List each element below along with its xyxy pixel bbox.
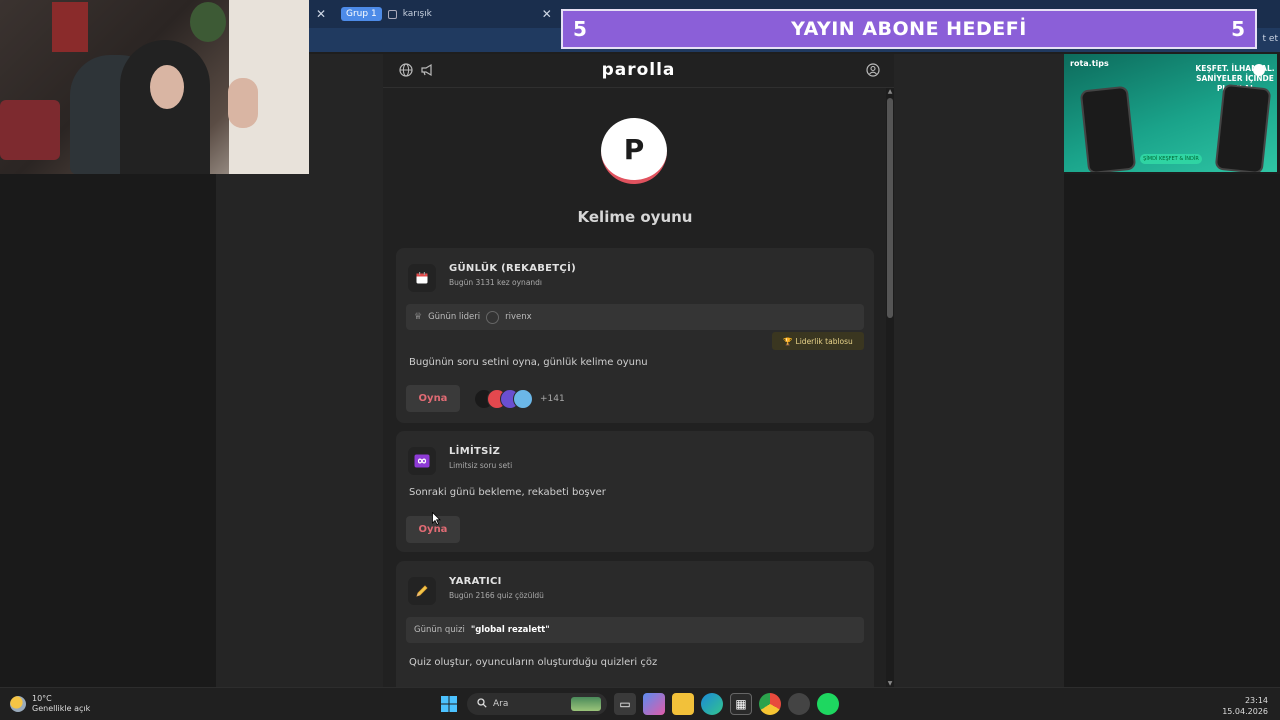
webcam-overlay [0,0,309,174]
daily-play-button[interactable]: Oyna [406,385,460,412]
card-title: GÜNLÜK (REKABETÇİ) [449,263,576,274]
chrome-icon[interactable] [759,693,781,715]
taskbar-search[interactable]: Ara [467,693,607,715]
leader-name: rivenx [505,312,532,322]
card-description: Bugünün soru setini oyna, günlük kelime … [409,357,648,368]
windows-taskbar: 10°C Genellikle açık Ara ▭ ▦ 23:14 15.04… [0,687,1280,720]
windows-start-icon[interactable] [438,693,460,715]
app-logo[interactable]: parolla [383,60,894,80]
tab-close-icon[interactable]: ✕ [542,7,552,21]
bookmark-item[interactable]: t et [1263,34,1278,44]
weather-condition: Genellikle açık [32,704,91,713]
card-description: Sonraki günü bekleme, rekabeti boşver [409,487,606,498]
leaderboard-button[interactable]: 🏆 Liderlik tablosu [772,332,864,350]
leader-label: Günün lideri [428,312,481,322]
store-icon[interactable]: ▦ [730,693,752,715]
app-avatar: P [601,118,667,184]
card-creator: YARATICI Bugün 2166 quiz çözüldü Günün q… [396,561,874,687]
tab-group-chip[interactable]: Grup 1 [341,7,382,21]
search-highlight-image [571,697,601,711]
goal-current-count: 5 [573,17,587,41]
avatar [486,310,500,324]
page-scrollbar[interactable]: ▲ ▼ [886,88,894,687]
scrollbar-thumb[interactable] [887,98,893,318]
goal-target-count: 5 [1231,17,1245,41]
ad-phone-image [1079,85,1137,172]
scroll-up-icon[interactable]: ▲ [886,88,894,95]
ad-banner[interactable]: rota.tips KEŞFET. İLHAM AL. SANİYELER İÇ… [1064,54,1277,172]
infinity-icon [408,447,436,475]
user-profile-icon[interactable] [865,63,881,79]
webcam-poster [52,2,88,52]
taskbar-apps: Ara ▭ ▦ [438,693,839,715]
card-subtitle: Limitsiz soru seti [449,461,513,470]
calendar-icon [408,264,436,292]
card-unlimited: LİMİTSİZ Limitsiz soru seti Sonraki günü… [396,431,874,552]
edge-icon[interactable] [701,693,723,715]
tab-karisik[interactable]: karışık [387,5,538,23]
search-placeholder: Ara [493,699,509,709]
clock-time: 23:14 [1244,696,1268,705]
page-right-bg [1064,174,1280,687]
app-header: parolla [383,54,894,88]
mouse-cursor-icon [432,512,441,525]
card-subtitle: Bugün 3131 kez oynandı [449,278,543,287]
ad-cta-button[interactable]: ŞİMDİ KEŞFET & İNDİR [1140,154,1202,164]
file-explorer-icon[interactable] [672,693,694,715]
trophy-icon: ♕ [414,312,423,322]
quiz-label: Günün quizi [414,625,465,635]
spotify-icon[interactable] [817,693,839,715]
trophy-icon: 🏆 [783,336,793,346]
ad-brand: rota.tips [1070,59,1109,68]
scroll-down-icon[interactable]: ▼ [886,680,894,687]
task-view-icon[interactable]: ▭ [614,693,636,715]
card-daily: GÜNLÜK (REKABETÇİ) Bugün 3131 kez oynand… [396,248,874,423]
system-clock[interactable]: 23:14 15.04.2026 [1222,695,1268,717]
search-icon [477,697,487,711]
close-icon[interactable]: ✕ [309,7,333,21]
copilot-icon[interactable] [643,693,665,715]
daily-leader-strip[interactable]: ♕ Günün lideri rivenx [406,304,864,330]
page-left-bg [0,174,216,687]
card-description: Quiz oluştur, oyuncuların oluşturduğu qu… [409,657,658,668]
leaderboard-label: Liderlik tablosu [795,336,853,346]
quiz-name: "global rezalett" [470,625,550,635]
quiz-of-day-strip[interactable]: Günün quizi "global rezalett" [406,617,864,643]
subscriber-goal-overlay: 5 YAYIN ABONE HEDEFİ 5 [561,9,1257,49]
player-avatars: +141 [474,389,565,409]
ad-phone-image [1214,83,1272,172]
clock-date: 15.04.2026 [1222,707,1268,716]
page-right-margin [894,54,1064,687]
card-title: YARATICI [449,576,502,587]
pencil-icon [408,577,436,605]
tab-favicon-icon [387,9,397,19]
webcam-sofa [0,100,60,160]
webcam-face [150,65,184,109]
tab-title: karışık [402,9,432,19]
avatar [513,389,533,409]
page-title: Kelime oyunu [577,208,693,226]
players-more-count: +141 [540,394,565,404]
steam-icon[interactable] [788,693,810,715]
webcam-plant [190,2,226,42]
parolla-app: parolla P Kelime oyunu GÜNLÜK (REKABETÇİ… [383,54,894,687]
goal-title: YAYIN ABONE HEDEFİ [791,18,1027,40]
card-title: LİMİTSİZ [449,446,501,457]
weather-widget[interactable]: 10°C Genellikle açık [10,694,90,714]
webcam-hand [228,78,258,128]
card-subtitle: Bugün 2166 quiz çözüldü [449,591,544,600]
weather-temperature: 10°C [32,694,52,703]
weather-icon [10,696,26,712]
